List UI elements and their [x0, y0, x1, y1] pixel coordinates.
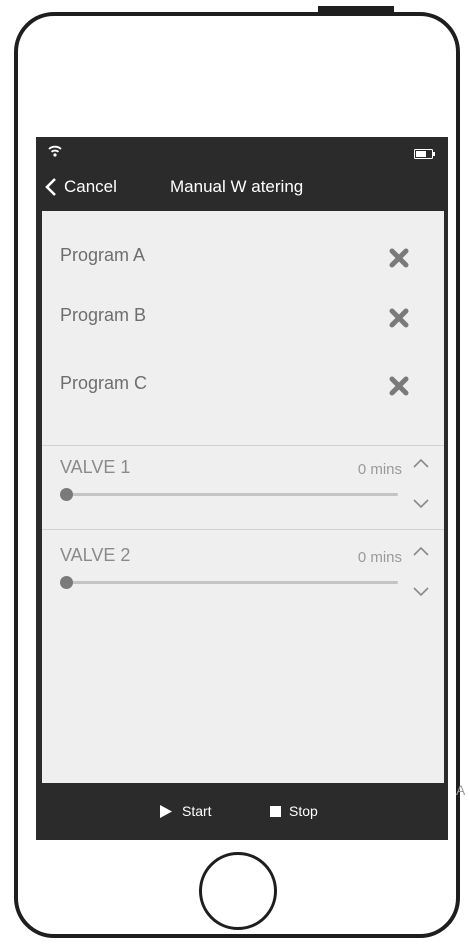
slider-thumb[interactable] [60, 576, 73, 589]
battery-icon [414, 149, 435, 159]
stop-label: Stop [289, 803, 318, 819]
program-label: Program B [60, 305, 147, 325]
program-label: Program A [60, 245, 146, 265]
chevron-down-icon[interactable] [412, 585, 430, 597]
valve-duration: 0 mins [357, 549, 402, 566]
cancel-button[interactable]: Cancel [44, 175, 117, 199]
valve-label: VALVE 2 [60, 545, 131, 565]
cancel-label: Cancel [64, 177, 117, 196]
valve-row-1: VALVE 1 0 mins [42, 445, 444, 529]
close-icon[interactable] [388, 375, 410, 397]
start-button[interactable]: Start [160, 803, 212, 819]
chevron-up-icon[interactable] [412, 457, 430, 469]
chevron-left-icon [45, 178, 56, 196]
home-button[interactable] [199, 852, 277, 930]
stop-button[interactable]: Stop [270, 803, 318, 819]
nav-bar: Cancel Manual W atering [36, 163, 448, 211]
chevron-down-icon[interactable] [412, 497, 430, 509]
play-icon [160, 804, 172, 818]
stop-icon [270, 805, 281, 817]
page-title: Manual W atering [170, 177, 304, 196]
valve-label: VALVE 1 [60, 457, 131, 477]
program-row-c: Program C [42, 365, 444, 405]
valve-row-2: VALVE 2 0 mins [42, 533, 444, 617]
divider [42, 529, 444, 530]
start-label: Start [182, 803, 212, 819]
status-bar [36, 137, 448, 163]
program-row-a: Program A [42, 237, 444, 277]
valve-duration: 0 mins [357, 461, 402, 478]
slider-thumb[interactable] [60, 488, 73, 501]
footer-bar: Start Stop [36, 783, 448, 840]
valve-slider[interactable] [60, 576, 398, 589]
chevron-up-icon[interactable] [412, 545, 430, 557]
wifi-icon [48, 145, 62, 157]
program-row-b: Program B [42, 297, 444, 337]
app-screen: Cancel Manual W atering Program A Progra… [36, 137, 448, 840]
program-label: Program C [60, 373, 148, 393]
content-area: Program A Program B Program C VALVE 1 0 … [42, 211, 444, 783]
close-icon[interactable] [388, 307, 410, 329]
close-icon[interactable] [388, 247, 410, 269]
valve-slider[interactable] [60, 488, 398, 501]
stray-text: A [456, 782, 466, 798]
